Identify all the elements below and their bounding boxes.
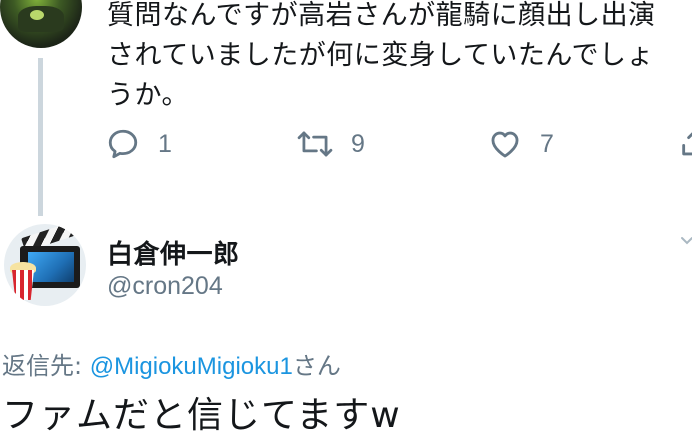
reply-count: 1 — [158, 129, 172, 158]
reply-button[interactable]: 1 — [106, 124, 172, 164]
like-button[interactable]: 7 — [488, 124, 554, 164]
reply-to-mention-link[interactable]: @MigiokuMigioku1 — [90, 353, 293, 380]
share-button[interactable] — [678, 124, 692, 164]
parent-author-avatar[interactable] — [0, 0, 82, 48]
reply-tweet-text: ファムだと信じてますw — [2, 395, 401, 436]
retweet-button[interactable]: 9 — [297, 124, 365, 164]
heart-icon — [488, 127, 522, 161]
reply-to-suffix: さん — [292, 352, 341, 380]
popcorn-icon — [12, 270, 34, 300]
reply-author-avatar[interactable] — [4, 224, 86, 306]
retweet-count: 9 — [351, 129, 365, 158]
reply-to-prefix: 返信先: — [2, 352, 90, 380]
share-icon — [678, 127, 692, 161]
retweet-icon — [297, 127, 333, 161]
reply-icon — [106, 127, 140, 161]
like-count: 7 — [540, 129, 554, 158]
reply-to-context: 返信先: @MigiokuMigioku1さん — [2, 346, 341, 381]
reply-author-handle[interactable]: @cron204 — [107, 272, 223, 301]
avatar-highlight — [30, 10, 44, 20]
parent-tweet-actions: 1 9 7 — [0, 124, 692, 164]
chevron-down-icon[interactable] — [680, 232, 692, 251]
parent-tweet-text: 質問なんですが高岩さんが龍騎に顔出し出演されていましたが何に変身していたんでしょ… — [107, 0, 656, 111]
reply-author-display-name[interactable]: 白倉伸一郎 — [107, 234, 240, 271]
